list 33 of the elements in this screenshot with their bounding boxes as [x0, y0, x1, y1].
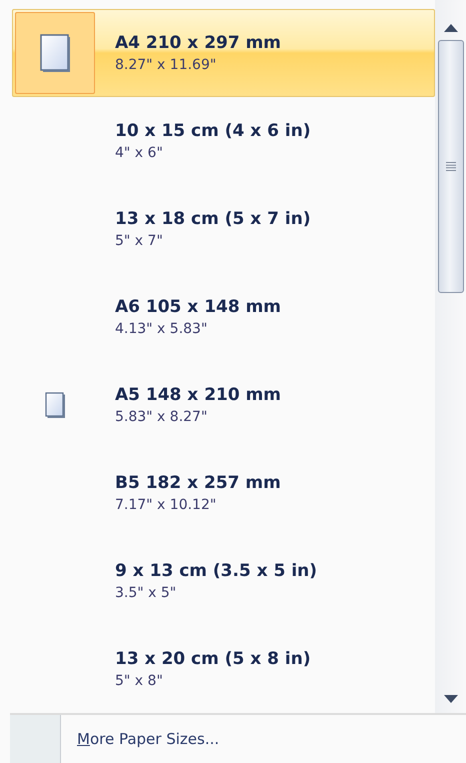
- paper-size-item[interactable]: 10 x 15 cm (4 x 6 in) 4" x 6": [12, 97, 435, 185]
- more-paper-sizes-link[interactable]: More Paper Sizes...: [61, 715, 220, 763]
- paper-size-name: 10 x 15 cm (4 x 6 in): [115, 121, 311, 141]
- paper-size-item[interactable]: A4 210 x 297 mm 8.27" x 11.69": [12, 9, 435, 97]
- paper-size-name: B5 182 x 257 mm: [115, 473, 281, 493]
- paper-size-item[interactable]: 9 x 13 cm (3.5 x 5 in) 3.5" x 5": [12, 537, 435, 625]
- scrollbar[interactable]: [435, 0, 466, 713]
- paper-dimensions: 4" x 6": [115, 145, 164, 161]
- page-icon: [45, 392, 65, 418]
- paper-size-name: 13 x 18 cm (5 x 7 in): [115, 209, 311, 229]
- grip-icon: [446, 162, 456, 171]
- paper-dimensions: 5" x 8": [115, 673, 164, 689]
- paper-size-name: 13 x 20 cm (5 x 8 in): [115, 649, 311, 669]
- paper-size-name: A6 105 x 148 mm: [115, 297, 282, 317]
- paper-size-name: A5 148 x 210 mm: [115, 385, 282, 405]
- paper-size-item[interactable]: A6 105 x 148 mm 4.13" x 5.83": [12, 273, 435, 361]
- paper-dimensions: 7.17" x 10.12": [115, 497, 218, 513]
- page-icon: [40, 34, 70, 72]
- paper-dimensions: 5" x 7": [115, 233, 164, 249]
- paper-size-name: 9 x 13 cm (3.5 x 5 in): [115, 561, 318, 581]
- paper-size-item[interactable]: 13 x 20 cm (5 x 8 in) 5" x 8": [12, 625, 435, 713]
- scroll-down-icon[interactable]: [444, 695, 458, 703]
- scroll-up-icon[interactable]: [444, 24, 458, 32]
- paper-dimensions: 5.83" x 8.27": [115, 409, 208, 425]
- paper-size-name: A4 210 x 297 mm: [115, 33, 282, 53]
- paper-size-item[interactable]: A5 148 x 210 mm 5.83" x 8.27": [12, 361, 435, 449]
- icon-gutter: [10, 715, 61, 763]
- paper-size-item[interactable]: B5 182 x 257 mm 7.17" x 10.12": [12, 449, 435, 537]
- paper-dimensions: 8.27" x 11.69": [115, 57, 218, 73]
- paper-size-item[interactable]: 13 x 18 cm (5 x 7 in) 5" x 7": [12, 185, 435, 273]
- paper-dimensions: 4.13" x 5.83": [115, 321, 208, 337]
- paper-dimensions: 3.5" x 5": [115, 585, 178, 601]
- scroll-thumb[interactable]: [438, 40, 464, 293]
